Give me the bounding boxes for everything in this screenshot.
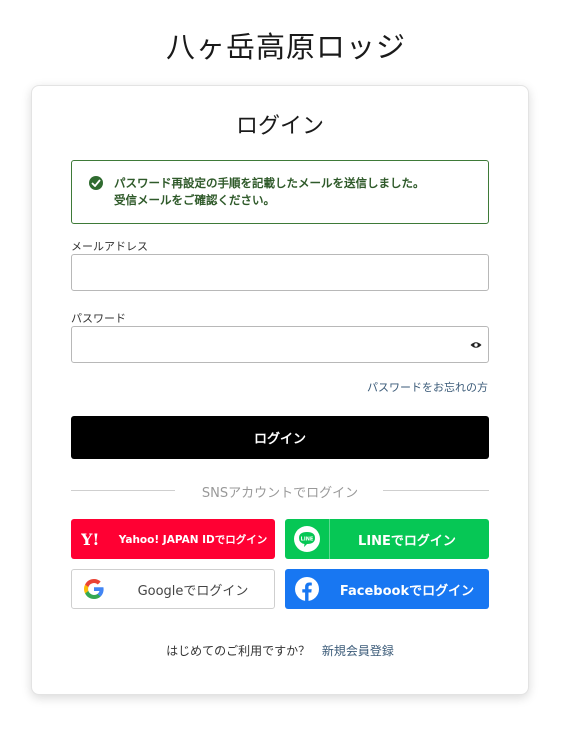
check-circle-icon — [89, 176, 103, 190]
sns-divider: SNSアカウントでログイン — [71, 482, 489, 501]
facebook-login-label: Facebookでログイン — [339, 583, 475, 599]
google-login-button[interactable]: Googleでログイン — [71, 569, 275, 609]
facebook-login-button[interactable]: Facebookでログイン — [285, 569, 489, 609]
line-login-label: LINEでログイン — [358, 533, 456, 549]
signup-link[interactable]: 新規会員登録 — [322, 644, 394, 658]
login-button[interactable]: ログイン — [71, 416, 489, 459]
login-title: ログイン — [235, 114, 324, 139]
success-notice: パスワード再設定の手順を記載したメールを送信しました。 受信メールをご確認くださ… — [71, 160, 489, 224]
login-card: ログイン パスワード再設定の手順を記載したメールを送信しました。 受信メールをご… — [31, 85, 529, 695]
svg-text:Y!: Y! — [81, 530, 99, 549]
svg-text:LINE: LINE — [301, 537, 314, 543]
notice-line-2: 受信メールをご確認ください。 — [114, 193, 275, 207]
yahoo-login-label: Yahoo! JAPAN IDでログイン — [118, 533, 268, 546]
signup-question: はじめてのご利用ですか？ — [166, 644, 311, 658]
sns-divider-text: SNSアカウントでログイン — [201, 486, 359, 501]
forgot-password-link[interactable]: パスワードをお忘れの方 — [367, 379, 488, 395]
email-label: メールアドレス — [71, 240, 148, 253]
eye-icon[interactable] — [470, 341, 482, 349]
facebook-icon — [295, 577, 319, 601]
notice-message: パスワード再設定の手順を記載したメールを送信しました。 受信メールをご確認くださ… — [114, 175, 474, 209]
line-icon: LINE — [294, 526, 320, 552]
google-login-label: Googleでログイン — [137, 583, 249, 599]
site-title: 八ヶ岳高原ロッジ — [165, 30, 406, 64]
line-login-button[interactable]: LINE LINEでログイン — [285, 519, 489, 559]
yahoo-icon: Y! — [81, 530, 99, 549]
yahoo-login-button[interactable]: Y! Yahoo! JAPAN IDでログイン — [71, 519, 275, 559]
password-field[interactable] — [71, 326, 489, 363]
google-icon — [84, 579, 104, 599]
email-field[interactable] — [71, 254, 489, 291]
password-label: パスワード — [71, 312, 126, 325]
signup-prompt: はじめてのご利用ですか？ 新規会員登録 — [32, 642, 528, 659]
notice-line-1: パスワード再設定の手順を記載したメールを送信しました。 — [114, 176, 425, 190]
